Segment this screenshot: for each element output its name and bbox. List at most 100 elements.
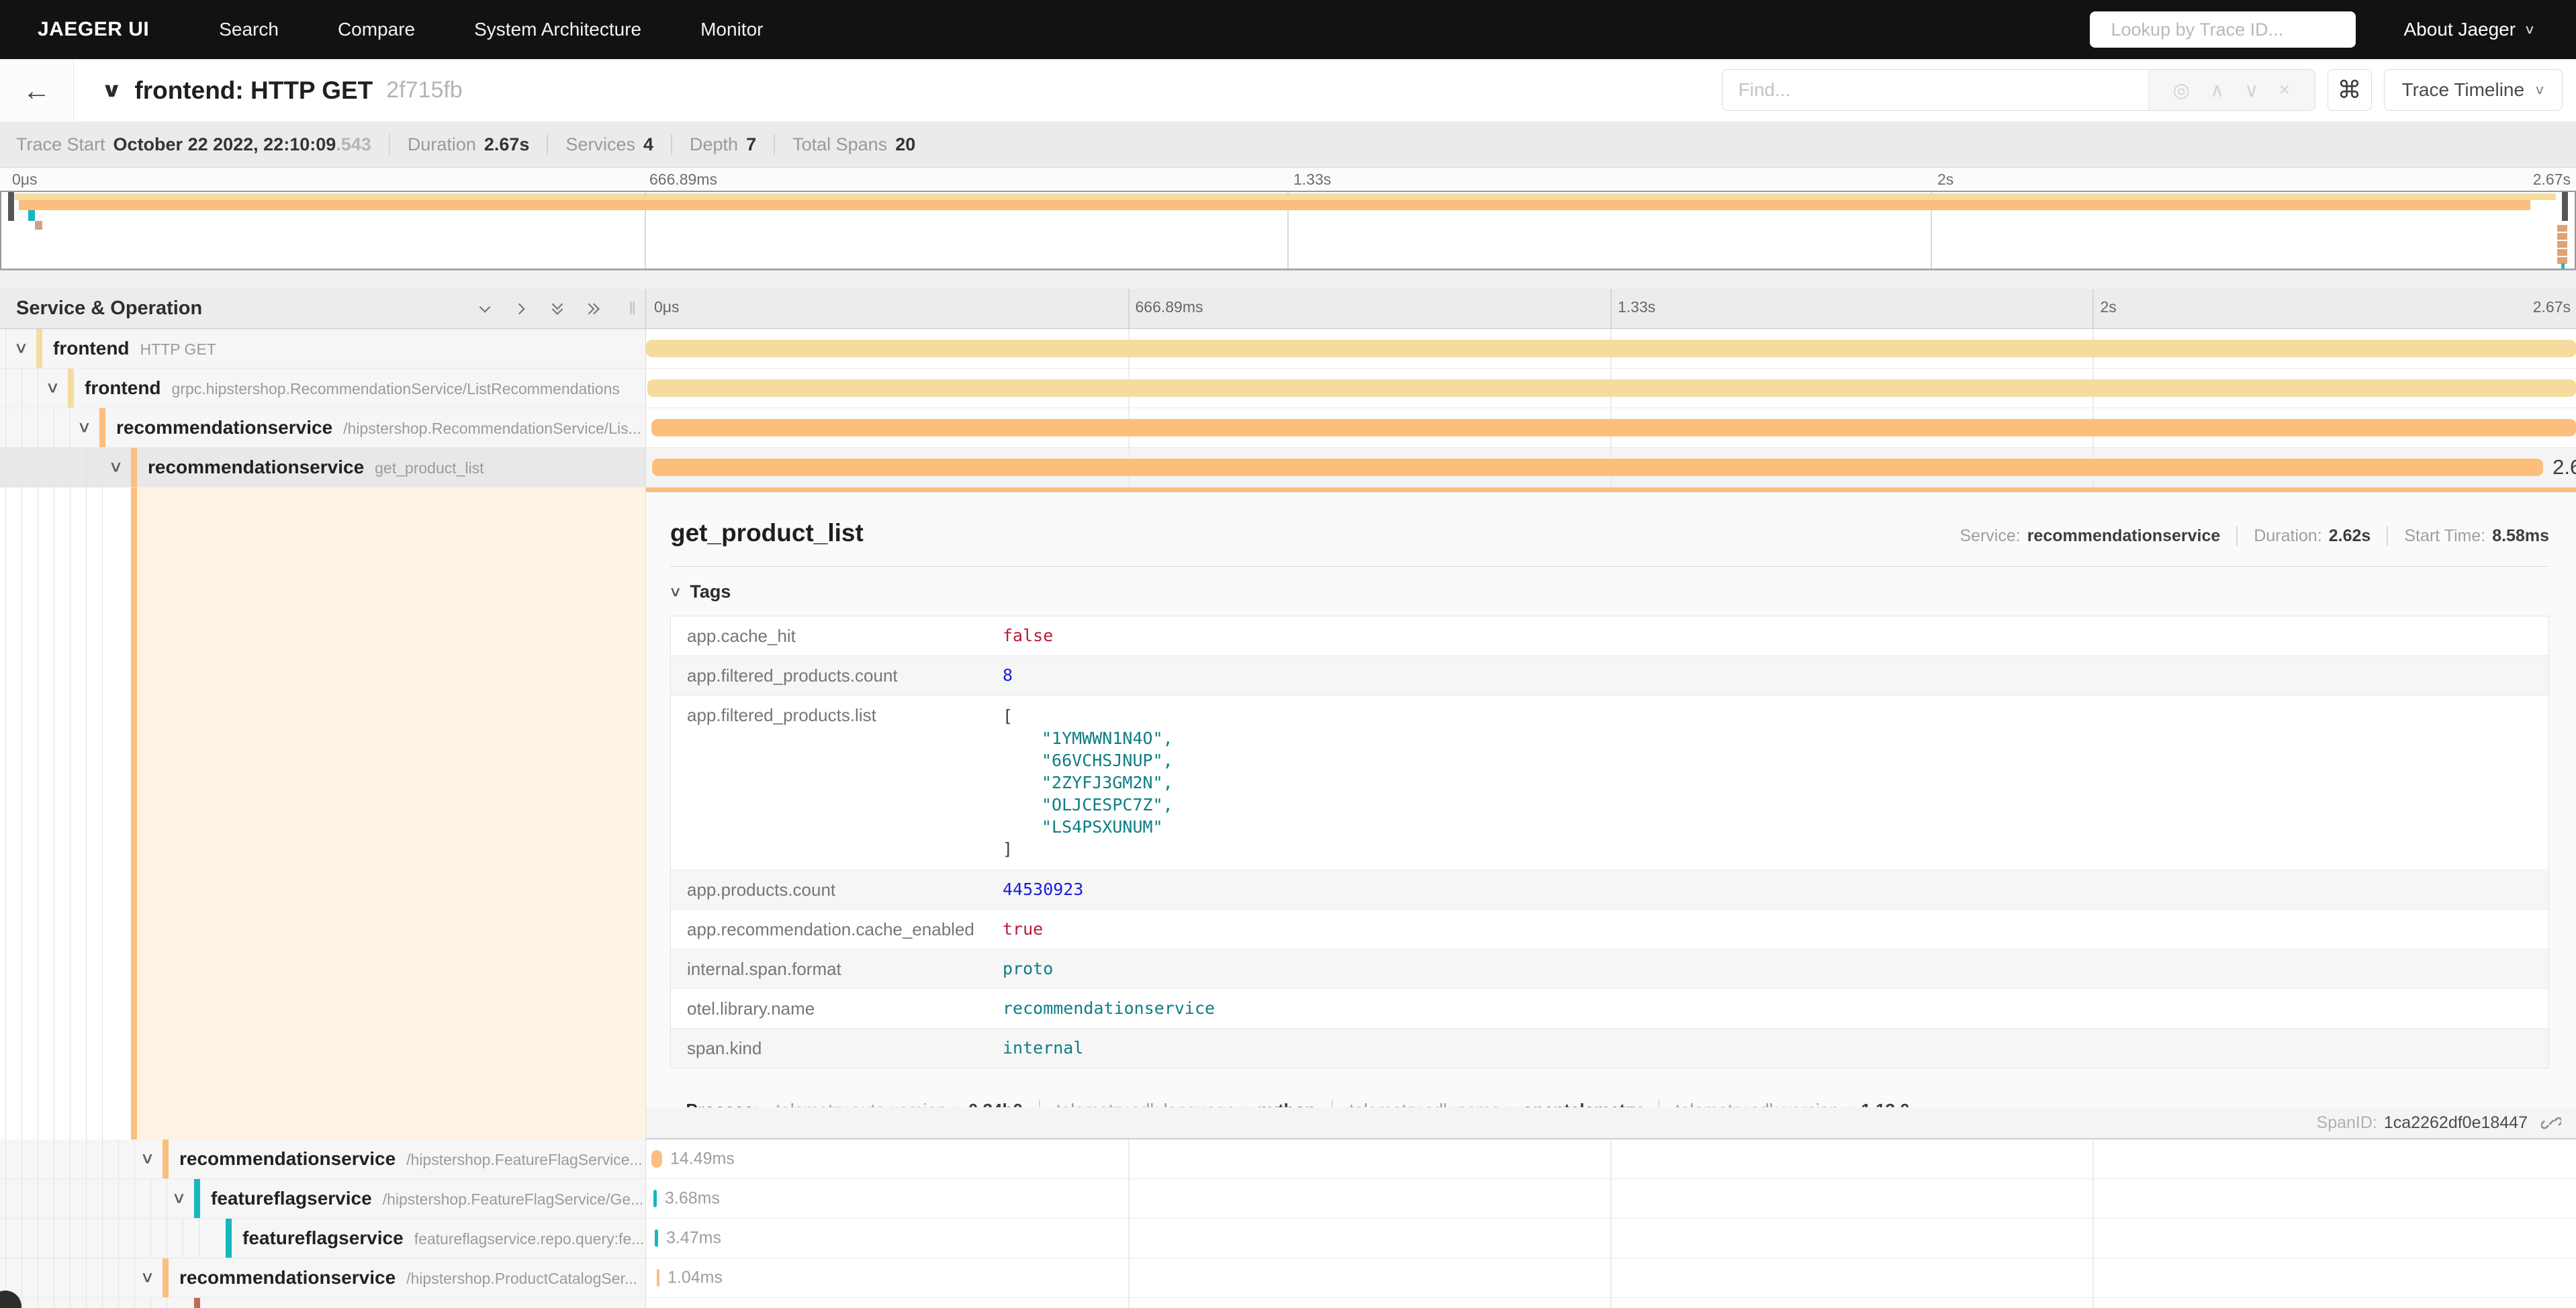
collapse-controls: [476, 300, 602, 318]
minimap-span-bar: [2561, 263, 2565, 269]
trace-id-lookup[interactable]: [2090, 11, 2356, 48]
command-icon: ⌘: [2338, 76, 2362, 104]
span-timeline-cell[interactable]: [646, 1298, 2576, 1308]
span-name-cell[interactable]: [0, 1298, 646, 1308]
about-jaeger-menu[interactable]: About Jaeger ∨: [2404, 19, 2535, 40]
span-row[interactable]: ∨frontendHTTP GET: [0, 329, 2576, 369]
ruler-tick: 666.89ms: [1136, 298, 1203, 316]
span-name-cell[interactable]: ∨recommendationservice/hipstershop.Recom…: [0, 408, 646, 447]
minimap-tick-labels: 0μs666.89ms1.33s2s2.67s: [0, 168, 2576, 191]
tag-row[interactable]: app.filtered_products.count8: [671, 656, 2548, 696]
keyboard-shortcuts-button[interactable]: ⌘: [2328, 69, 2372, 111]
service-name: recommendationservice: [116, 417, 332, 438]
span-row[interactable]: featureflagservicefeatureflagservice.rep…: [0, 1219, 2576, 1258]
span-timeline-cell[interactable]: 2.62s: [646, 448, 2576, 487]
stat-label: Total Spans: [792, 134, 887, 155]
tags-section-toggle[interactable]: ∨ Tags: [670, 581, 731, 602]
span-timeline-cell[interactable]: 1.04ms: [646, 1258, 2576, 1297]
detail-rail-fill: [137, 487, 645, 1139]
view-selector-button[interactable]: Trace Timeline ∨: [2384, 69, 2563, 111]
span-row[interactable]: [0, 1298, 2576, 1308]
span-duration-bar[interactable]: [653, 1190, 657, 1207]
tag-row[interactable]: app.filtered_products.list["1YMWWN1N4O",…: [671, 696, 2548, 870]
span-timeline-cell[interactable]: 3.68ms: [646, 1179, 2576, 1218]
span-timeline-cell[interactable]: [646, 408, 2576, 447]
span-duration-bar[interactable]: [651, 419, 2576, 436]
span-row[interactable]: ∨recommendationserviceget_product_list2.…: [0, 448, 2576, 487]
column-resize-grip[interactable]: ‖: [629, 298, 636, 319]
tag-value-text: recommendationservice: [1003, 998, 1215, 1018]
tag-row[interactable]: span.kindinternal: [671, 1029, 2548, 1068]
tag-value-line: "66VCHSJNUP",: [1003, 749, 1173, 772]
span-name-cell[interactable]: ∨recommendationservice/hipstershop.Featu…: [0, 1139, 646, 1178]
prev-match-icon[interactable]: ∧: [2210, 79, 2224, 102]
minimap-span-bar: [2557, 241, 2567, 248]
trace-title-chevron-icon[interactable]: ∨: [101, 79, 122, 102]
find-input[interactable]: [1722, 70, 2148, 110]
tag-key: app.recommendation.cache_enabled: [687, 919, 1003, 939]
span-name-cell[interactable]: ∨recommendationserviceget_product_list: [0, 448, 646, 487]
span-name-cell[interactable]: ∨recommendationservice/hipstershop.Produ…: [0, 1258, 646, 1297]
service-name: recommendationservice: [179, 1148, 396, 1169]
tag-row[interactable]: otel.library.namerecommendationservice: [671, 989, 2548, 1029]
nav-item-system-architecture[interactable]: System Architecture: [445, 19, 671, 40]
span-name-cell[interactable]: ∨featureflagservice/hipstershop.FeatureF…: [0, 1179, 646, 1218]
deep-link-icon[interactable]: [2541, 1113, 2561, 1133]
jaeger-trace-page: JAEGER UI SearchCompareSystem Architectu…: [0, 0, 2576, 1308]
span-duration-bar[interactable]: [657, 1269, 659, 1287]
nav-item-compare[interactable]: Compare: [308, 19, 445, 40]
collapse-all-icon[interactable]: [549, 300, 566, 318]
expand-one-icon[interactable]: [512, 300, 530, 318]
tag-row[interactable]: app.cache_hitfalse: [671, 616, 2548, 656]
minimap-scrubber-handle[interactable]: [2562, 192, 2568, 221]
span-duration-bar[interactable]: [646, 340, 2576, 357]
minimap-scrubber-handle[interactable]: [8, 192, 14, 221]
span-timeline-cell[interactable]: [646, 369, 2576, 408]
span-timeline-cell[interactable]: 14.49ms: [646, 1139, 2576, 1178]
span-name-cell[interactable]: featureflagservicefeatureflagservice.rep…: [0, 1219, 646, 1258]
focus-match-icon[interactable]: ◎: [2173, 79, 2190, 102]
tag-value: 8: [1003, 665, 1013, 686]
operation-name: get_product_list: [375, 459, 484, 477]
tags-table: app.cache_hitfalseapp.filtered_products.…: [670, 616, 2549, 1068]
span-duration-label: 3.68ms: [665, 1189, 720, 1209]
span-timeline-cell[interactable]: [646, 329, 2576, 368]
span-id-value: 1ca2262df0e18447: [2384, 1113, 2528, 1133]
span-row[interactable]: ∨featureflagservice/hipstershop.FeatureF…: [0, 1179, 2576, 1219]
span-duration-bar[interactable]: [651, 1150, 662, 1168]
ruler-tick: 2s: [2101, 298, 2117, 316]
trace-id-lookup-input[interactable]: [2111, 19, 2349, 40]
tag-value-text: 8: [1003, 665, 1013, 685]
span-timeline-cell[interactable]: 3.47ms: [646, 1219, 2576, 1258]
stat-value: 20: [895, 134, 915, 155]
tag-key: app.products.count: [687, 880, 1003, 900]
next-match-icon[interactable]: ∨: [2244, 79, 2258, 102]
span-row[interactable]: ∨recommendationservice/hipstershop.Featu…: [0, 1139, 2576, 1179]
tag-row[interactable]: app.products.count44530923: [671, 870, 2548, 910]
tag-value-line: "1YMWWN1N4O",: [1003, 727, 1173, 749]
collapse-one-icon[interactable]: [476, 300, 494, 318]
span-duration-bar[interactable]: [655, 1229, 658, 1247]
minimap-tick: 1.33s: [1293, 171, 1331, 189]
trace-minimap[interactable]: [0, 191, 2576, 270]
expand-all-icon[interactable]: [585, 300, 602, 318]
minimap-canvas[interactable]: [1, 192, 2575, 269]
span-row[interactable]: ∨frontendgrpc.hipstershop.Recommendation…: [0, 369, 2576, 408]
span-duration-bar[interactable]: [652, 459, 2543, 476]
tag-row[interactable]: internal.span.formatproto: [671, 949, 2548, 989]
span-row[interactable]: ∨recommendationservice/hipstershop.Recom…: [0, 408, 2576, 448]
span-row[interactable]: ∨recommendationservice/hipstershop.Produ…: [0, 1258, 2576, 1298]
minimap-span-bar: [35, 221, 42, 230]
operation-name: /hipstershop.RecommendationService/Lis..…: [343, 420, 641, 437]
back-button[interactable]: ←: [0, 59, 74, 122]
span-duration-bar[interactable]: [647, 379, 2576, 397]
nav-item-search[interactable]: Search: [189, 19, 308, 40]
clear-find-icon[interactable]: ×: [2279, 79, 2290, 101]
indent-guides: [5, 1298, 171, 1308]
span-name-cell[interactable]: ∨frontendHTTP GET: [0, 329, 646, 368]
tag-row[interactable]: app.recommendation.cache_enabledtrue: [671, 910, 2548, 949]
span-name-cell[interactable]: ∨frontendgrpc.hipstershop.Recommendation…: [0, 369, 646, 408]
nav-item-monitor[interactable]: Monitor: [671, 19, 792, 40]
app-logo[interactable]: JAEGER UI: [38, 18, 149, 41]
stat-value: 4: [643, 134, 653, 155]
